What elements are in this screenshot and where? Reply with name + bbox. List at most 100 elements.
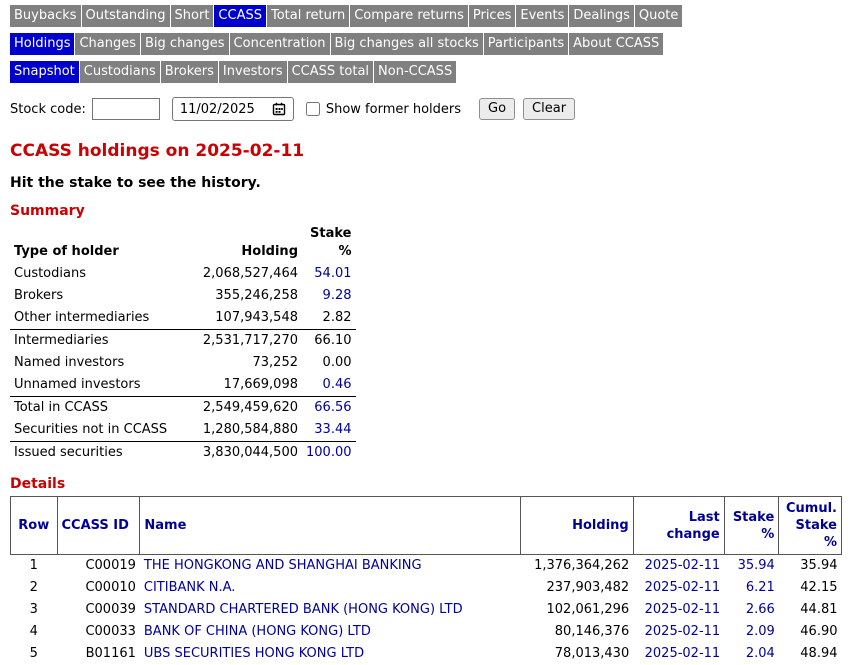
tab-big-changes-all-stocks[interactable]: Big changes all stocks	[331, 33, 483, 55]
nav-row-2: HoldingsChangesBig changesConcentrationB…	[10, 33, 842, 55]
last-change-link[interactable]: 2025-02-11	[645, 558, 721, 573]
tab-events[interactable]: Events	[516, 5, 568, 27]
name-link[interactable]: THE HONGKONG AND SHANGHAI BANKING	[144, 558, 422, 573]
stake-cell[interactable]: 0.46	[302, 374, 356, 397]
details-row-3: 3C00039STANDARD CHARTERED BANK (HONG KON…	[11, 599, 842, 621]
tab-changes[interactable]: Changes	[75, 33, 140, 55]
tab-investors[interactable]: Investors	[219, 61, 287, 83]
stake-cell[interactable]: 9.28	[302, 285, 356, 307]
details-header-last-change: Last change	[633, 497, 724, 555]
date-input[interactable]: 11/02/2025	[172, 97, 294, 121]
tab-custodians[interactable]: Custodians	[80, 61, 160, 83]
ccass-id-cell: C00039	[57, 599, 140, 621]
holding-cell: 1,376,364,262	[520, 555, 633, 578]
clear-button[interactable]: Clear	[523, 98, 575, 120]
tab-total-return[interactable]: Total return	[267, 5, 349, 27]
page-subtitle: Hit the stake to see the history.	[10, 175, 842, 191]
holding-cell: 107,943,548	[180, 307, 302, 330]
tab-holdings[interactable]: Holdings	[10, 33, 74, 55]
stake-cell: 6.21	[724, 577, 779, 599]
stock-code-label: Stock code:	[10, 102, 86, 117]
show-former-holders-checkbox[interactable]	[306, 102, 320, 116]
details-row-2: 2C00010CITIBANK N.A.237,903,4822025-02-1…	[11, 577, 842, 599]
last-change-link[interactable]: 2025-02-11	[645, 624, 721, 639]
details-header-ccass-id: CCASS ID	[57, 497, 140, 555]
tab-concentration[interactable]: Concentration	[230, 33, 330, 55]
tab-outstanding[interactable]: Outstanding	[82, 5, 170, 27]
summary-table-body: Custodians2,068,527,46454.01Brokers355,2…	[10, 263, 356, 464]
stake-link[interactable]: 2.04	[746, 646, 775, 661]
summary-header-holding: Holding	[180, 223, 302, 263]
stake-link[interactable]: 2.66	[746, 602, 775, 617]
summary-row-intermediaries: Intermediaries2,531,717,27066.10	[10, 330, 356, 353]
stake-cell: 66.10	[302, 330, 356, 353]
stake-link[interactable]: 33.44	[314, 422, 351, 437]
summary-header-stake: Stake %	[302, 223, 356, 263]
details-heading: Details	[10, 476, 842, 492]
last-change-link[interactable]: 2025-02-11	[645, 602, 721, 617]
stake-cell[interactable]: 33.44	[302, 419, 356, 442]
stake-cell[interactable]: 66.56	[302, 397, 356, 420]
stake-cell[interactable]: 100.00	[302, 442, 356, 465]
summary-row-custodians: Custodians2,068,527,46454.01	[10, 263, 356, 285]
stake-link[interactable]: 9.28	[323, 288, 352, 303]
stake-link[interactable]: 100.00	[306, 445, 352, 460]
holder-type-cell: Unnamed investors	[10, 374, 180, 397]
holding-cell: 80,146,376	[520, 621, 633, 643]
tab-brokers[interactable]: Brokers	[161, 61, 218, 83]
stock-code-input[interactable]	[92, 98, 160, 120]
holding-cell: 3,830,044,500	[180, 442, 302, 465]
stake-link[interactable]: 2.09	[746, 624, 775, 639]
holding-cell: 1,280,584,880	[180, 419, 302, 442]
calendar-icon[interactable]	[272, 102, 286, 116]
tab-ccass[interactable]: CCASS	[214, 5, 266, 27]
cumul-stake-cell: 44.81	[779, 599, 842, 621]
stake-link[interactable]: 6.21	[746, 580, 775, 595]
stake-cell[interactable]: 54.01	[302, 263, 356, 285]
last-change-cell: 2025-02-11	[633, 621, 724, 643]
name-cell: UBS SECURITIES HONG KONG LTD	[140, 643, 520, 665]
stake-cell: 35.94	[724, 555, 779, 578]
details-table-body: 1C00019THE HONGKONG AND SHANGHAI BANKING…	[11, 555, 842, 665]
holding-cell: 102,061,296	[520, 599, 633, 621]
tab-compare-returns[interactable]: Compare returns	[350, 5, 468, 27]
summary-header-row: Type of holder Holding Stake %	[10, 223, 356, 263]
go-button[interactable]: Go	[479, 98, 515, 120]
stake-cell: 2.82	[302, 307, 356, 330]
tab-short[interactable]: Short	[171, 5, 214, 27]
summary-table: Type of holder Holding Stake % Custodian…	[10, 223, 356, 464]
tab-big-changes[interactable]: Big changes	[141, 33, 229, 55]
tab-prices[interactable]: Prices	[469, 5, 516, 27]
summary-row-other-intermediaries: Other intermediaries107,943,5482.82	[10, 307, 356, 330]
name-link[interactable]: STANDARD CHARTERED BANK (HONG KONG) LTD	[144, 602, 463, 617]
name-link[interactable]: BANK OF CHINA (HONG KONG) LTD	[144, 624, 371, 639]
cumul-stake-cell: 46.90	[779, 621, 842, 643]
holder-type-cell: Intermediaries	[10, 330, 180, 353]
stake-cell: 0.00	[302, 352, 356, 374]
stake-link[interactable]: 66.56	[314, 400, 351, 415]
summary-header-type: Type of holder	[10, 223, 180, 263]
last-change-link[interactable]: 2025-02-11	[645, 646, 721, 661]
name-cell: CITIBANK N.A.	[140, 577, 520, 599]
tab-snapshot[interactable]: Snapshot	[10, 61, 79, 83]
name-link[interactable]: UBS SECURITIES HONG KONG LTD	[144, 646, 364, 661]
tab-quote[interactable]: Quote	[635, 5, 683, 27]
name-link[interactable]: CITIBANK N.A.	[144, 580, 236, 595]
tab-participants[interactable]: Participants	[484, 33, 568, 55]
name-cell: THE HONGKONG AND SHANGHAI BANKING	[140, 555, 520, 578]
row-num-cell: 2	[11, 577, 58, 599]
last-change-link[interactable]: 2025-02-11	[645, 580, 721, 595]
stake-link[interactable]: 54.01	[314, 266, 351, 281]
row-num-cell: 1	[11, 555, 58, 578]
summary-row-brokers: Brokers355,246,2589.28	[10, 285, 356, 307]
tab-dealings[interactable]: Dealings	[569, 5, 633, 27]
tab-about-ccass[interactable]: About CCASS	[569, 33, 663, 55]
tab-ccass-total[interactable]: CCASS total	[288, 61, 373, 83]
stake-link[interactable]: 0.46	[323, 377, 352, 392]
tab-buybacks[interactable]: Buybacks	[10, 5, 81, 27]
last-change-cell: 2025-02-11	[633, 599, 724, 621]
ccass-id-cell: B01161	[57, 643, 140, 665]
nav-row-3: SnapshotCustodiansBrokersInvestorsCCASS …	[10, 61, 842, 83]
tab-non-ccass[interactable]: Non-CCASS	[374, 61, 456, 83]
stake-link[interactable]: 35.94	[738, 558, 775, 573]
